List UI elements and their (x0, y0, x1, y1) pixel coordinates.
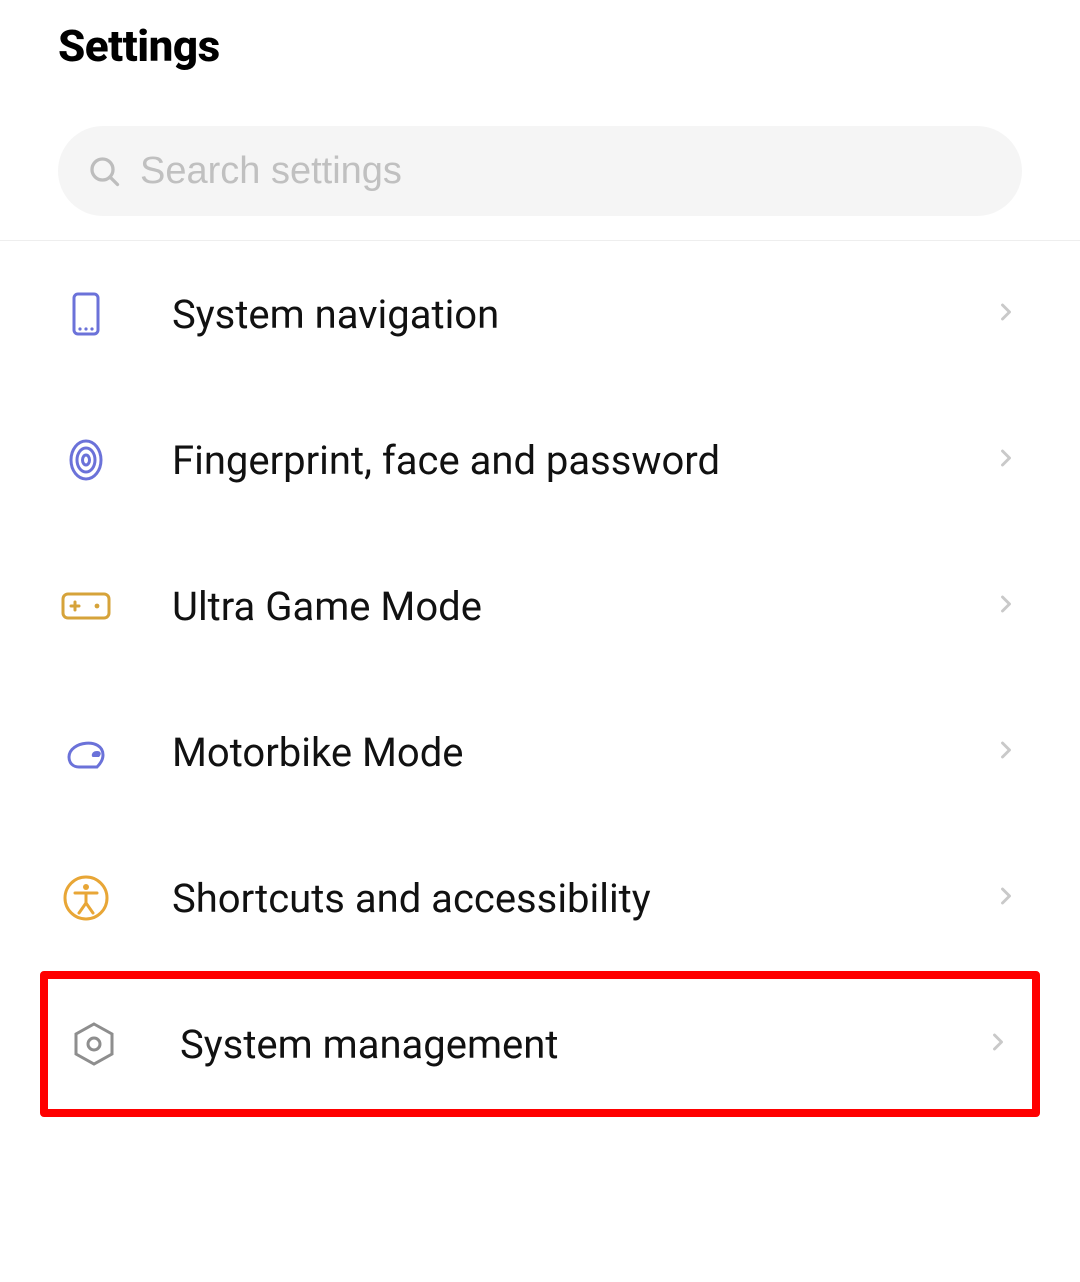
item-label: Ultra Game Mode (172, 583, 992, 630)
chevron-right-icon (992, 590, 1020, 622)
item-label: Shortcuts and accessibility (172, 875, 992, 922)
chevron-right-icon (992, 736, 1020, 768)
spacer (0, 1117, 1080, 1237)
fingerprint-icon (58, 432, 114, 488)
item-fingerprint-face-password[interactable]: Fingerprint, face and password (0, 387, 1080, 533)
item-motorbike-mode[interactable]: Motorbike Mode (0, 679, 1080, 825)
search-input[interactable] (140, 150, 996, 193)
item-label: Fingerprint, face and password (172, 437, 992, 484)
search-wrap (0, 72, 1080, 240)
phone-icon (58, 286, 114, 342)
accessibility-icon (58, 870, 114, 926)
chevron-right-icon (992, 298, 1020, 330)
search-box[interactable] (58, 126, 1022, 216)
item-shortcuts-accessibility[interactable]: Shortcuts and accessibility (0, 825, 1080, 971)
item-label: System navigation (172, 291, 992, 338)
chevron-right-icon (992, 444, 1020, 476)
nut-icon (66, 1016, 122, 1072)
item-label: System management (180, 1021, 984, 1068)
item-system-management[interactable]: System management (40, 971, 1040, 1117)
settings-list: System navigation Fingerprint, face and … (0, 241, 1080, 1117)
gamepad-icon (58, 578, 114, 634)
search-icon (84, 151, 124, 191)
helmet-icon (58, 724, 114, 780)
settings-screen: Settings System na (0, 0, 1080, 1237)
header: Settings (0, 0, 1080, 72)
item-label: Motorbike Mode (172, 729, 992, 776)
chevron-right-icon (992, 882, 1020, 914)
page-title: Settings (58, 20, 1022, 72)
item-system-navigation[interactable]: System navigation (0, 241, 1080, 387)
chevron-right-icon (984, 1028, 1012, 1060)
item-ultra-game-mode[interactable]: Ultra Game Mode (0, 533, 1080, 679)
